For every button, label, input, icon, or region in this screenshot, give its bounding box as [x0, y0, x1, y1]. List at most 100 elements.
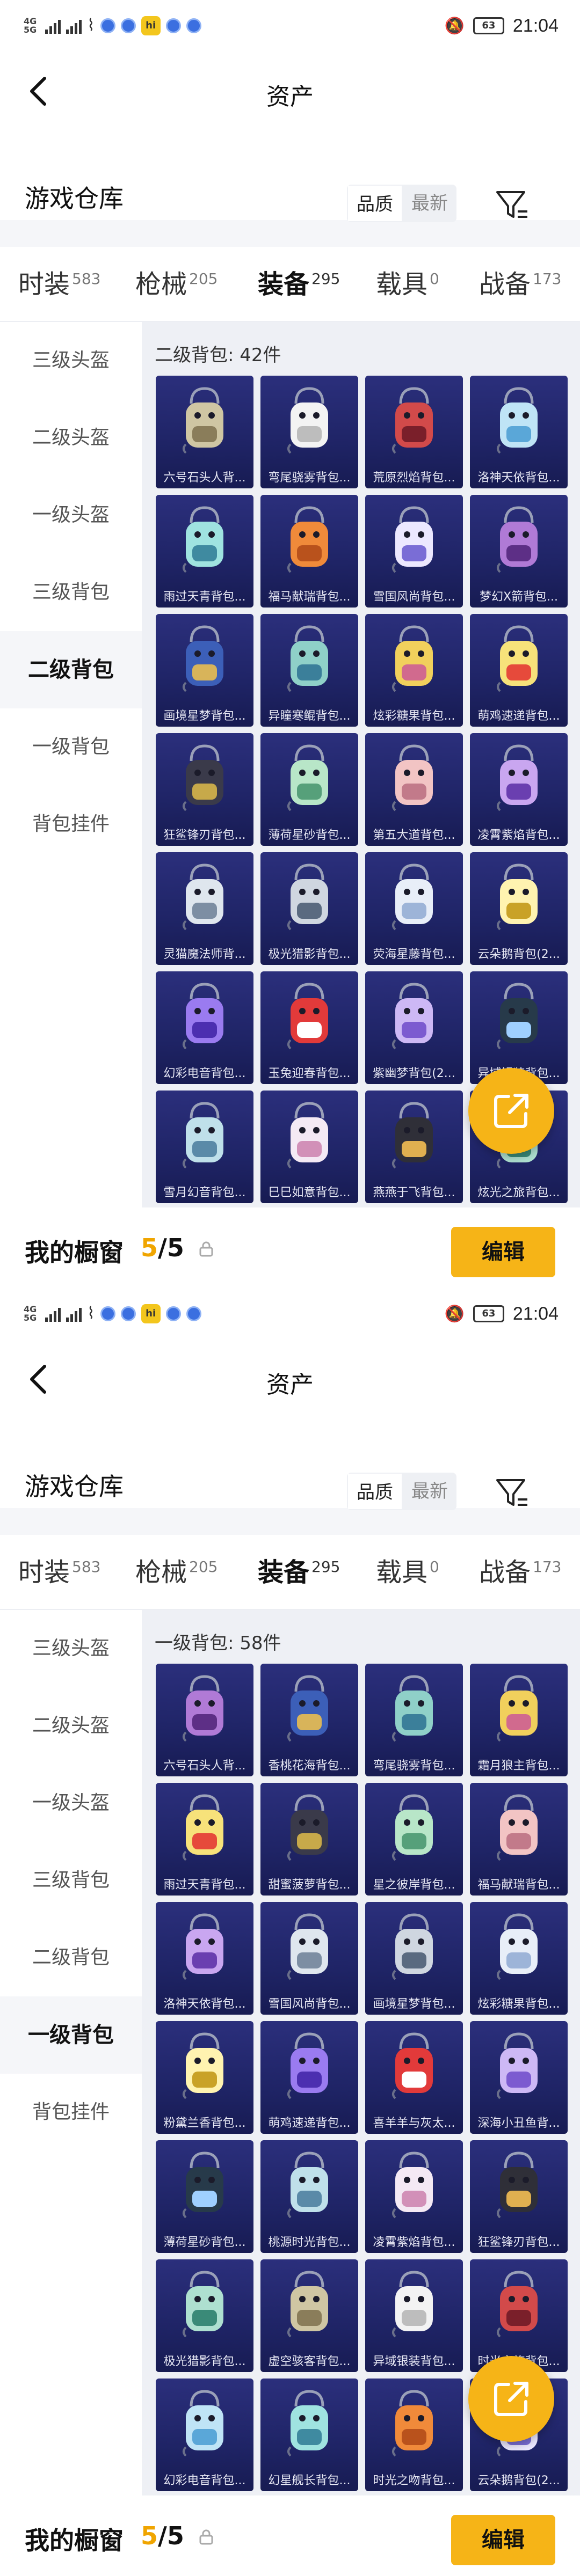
wifi-icon: ⌇	[87, 16, 95, 35]
share-button[interactable]	[468, 2356, 554, 2442]
item-card[interactable]: 凌霄紫焰背包...	[365, 2140, 463, 2253]
side-nav-item[interactable]: 一级头盔	[0, 477, 142, 554]
item-card[interactable]: 雨过天青背包...	[156, 495, 253, 608]
item-card[interactable]: 燕燕于飞背包...	[365, 1091, 463, 1203]
item-card[interactable]: 萌鸡速递背包...	[260, 2021, 358, 2134]
item-card[interactable]: 星之彼岸背包...	[365, 1783, 463, 1896]
item-card[interactable]: 雪国风尚背包...	[365, 495, 463, 608]
item-card[interactable]: 雪国风尚背包...	[260, 1902, 358, 2015]
sort-option-quality[interactable]: 品质	[347, 1473, 403, 1510]
item-card[interactable]: 幻彩电音背包...	[156, 971, 253, 1084]
filter-button[interactable]	[493, 1474, 531, 1511]
backpack-icon	[287, 2271, 328, 2338]
item-card[interactable]: 幻星舰长背包...	[260, 2379, 358, 2491]
item-card[interactable]: 巳巳如意背包...	[260, 1091, 358, 1203]
share-button[interactable]	[468, 1068, 554, 1154]
side-nav-item[interactable]: 三级头盔	[0, 322, 142, 399]
side-nav-item[interactable]: 一级背包	[0, 1996, 142, 2074]
item-card[interactable]: 第五大道背包...	[365, 733, 463, 846]
item-card[interactable]: 香桃花海背包...	[260, 1664, 358, 1776]
side-nav-item[interactable]: 二级背包	[0, 631, 142, 708]
side-nav-item[interactable]: 二级头盔	[0, 1687, 142, 1765]
edit-button[interactable]: 编辑	[451, 2515, 555, 2565]
item-card[interactable]: 狂鲨锋刃背包...	[470, 2140, 568, 2253]
side-nav-item[interactable]: 背包挂件	[0, 2074, 142, 2151]
side-nav-item[interactable]: 背包挂件	[0, 786, 142, 863]
tab-1[interactable]: 枪械 205	[135, 1551, 218, 1594]
item-card[interactable]: 玉兔迎春背包...	[260, 971, 358, 1084]
item-card[interactable]: 炫彩糖果背包...	[365, 614, 463, 727]
item-card[interactable]: 薄荷星砂背包...	[156, 2140, 253, 2253]
sort-option-latest[interactable]: 最新	[403, 1473, 456, 1510]
tab-4[interactable]: 战备 173	[479, 1551, 561, 1594]
tab-2[interactable]: 装备 295	[258, 263, 340, 306]
side-nav-item[interactable]: 二级头盔	[0, 399, 142, 477]
item-card[interactable]: 甜蜜菠萝背包...	[260, 1783, 358, 1896]
backpack-icon	[497, 625, 538, 692]
item-card[interactable]: 桃源时光背包...	[260, 2140, 358, 2253]
lock-icon	[199, 2529, 213, 2545]
item-card[interactable]: 霜月狼主背包...	[470, 1664, 568, 1776]
item-card[interactable]: 洛神天依背包...	[470, 376, 568, 488]
item-card[interactable]: 凌霄紫焰背包...	[470, 733, 568, 846]
item-card[interactable]: 极光猎影背包...	[156, 2259, 253, 2372]
item-card[interactable]: 雪月幻音背包...	[156, 1091, 253, 1203]
item-card[interactable]: 时光之吻背包...	[365, 2379, 463, 2491]
item-card[interactable]: 异域银装背包...	[470, 971, 568, 1084]
item-card[interactable]: 梦幻X箭背包...	[470, 495, 568, 608]
item-card[interactable]: 弯尾骁雾背包...	[260, 376, 358, 488]
tab-label: 枪械	[135, 1557, 187, 1587]
side-nav-item[interactable]: 一级背包	[0, 708, 142, 786]
item-card[interactable]: 粉黛兰香背包...	[156, 2021, 253, 2134]
category-tabs: 时装 583 枪械 205 装备 295 载具 0 战备 173	[0, 1535, 580, 1610]
backpack-icon	[497, 506, 538, 573]
item-card[interactable]: 画境星梦背包...	[156, 614, 253, 727]
filter-button[interactable]	[493, 186, 531, 223]
item-card[interactable]: 荧海星藤背包...	[365, 852, 463, 965]
item-name: 云朵鹅背包(2...	[477, 948, 560, 961]
sort-option-latest[interactable]: 最新	[403, 185, 456, 222]
item-card[interactable]: 时光之旅背包...	[470, 2259, 568, 2372]
tab-0[interactable]: 时装 583	[18, 1551, 100, 1594]
item-card[interactable]: 紫幽梦背包(2...	[365, 971, 463, 1084]
tab-label: 战备	[479, 269, 531, 299]
tab-0[interactable]: 时装 583	[18, 263, 100, 306]
tab-1[interactable]: 枪械 205	[135, 263, 218, 306]
tab-2[interactable]: 装备 295	[258, 1551, 340, 1594]
item-card[interactable]: 炫彩糖果背包...	[470, 1902, 568, 2015]
side-nav-item[interactable]: 三级背包	[0, 554, 142, 631]
side-nav-item[interactable]: 二级背包	[0, 1919, 142, 1996]
item-card[interactable]: 极光猎影背包...	[260, 852, 358, 965]
tab-count-badge: 205	[189, 270, 218, 288]
side-nav-item[interactable]: 三级头盔	[0, 1610, 142, 1687]
item-name: 时光之吻背包...	[373, 2474, 455, 2487]
edit-button[interactable]: 编辑	[451, 1227, 555, 1277]
item-card[interactable]: 画境星梦背包...	[365, 1902, 463, 2015]
tab-3[interactable]: 载具 0	[376, 263, 439, 306]
side-nav-item[interactable]: 一级头盔	[0, 1765, 142, 1842]
item-card[interactable]: 弯尾骁雾背包...	[365, 1664, 463, 1776]
item-card[interactable]: 雨过天青背包...	[156, 1783, 253, 1896]
item-card[interactable]: 虚空骇客背包...	[260, 2259, 358, 2372]
item-card[interactable]: 薄荷星砂背包...	[260, 733, 358, 846]
item-card[interactable]: 萌鸡速递背包...	[470, 614, 568, 727]
backpack-icon	[497, 1913, 538, 1980]
item-card[interactable]: 喜羊羊与灰太...	[365, 2021, 463, 2134]
item-card[interactable]: 六号石头人背...	[156, 376, 253, 488]
item-card[interactable]: 洛神天依背包...	[156, 1902, 253, 2015]
tab-3[interactable]: 载具 0	[376, 1551, 439, 1594]
item-card[interactable]: 福马献瑞背包...	[470, 1783, 568, 1896]
item-card[interactable]: 六号石头人背...	[156, 1664, 253, 1776]
tab-4[interactable]: 战备 173	[479, 263, 561, 306]
item-card[interactable]: 云朵鹅背包(2...	[470, 852, 568, 965]
item-card[interactable]: 荒原烈焰背包...	[365, 376, 463, 488]
item-card[interactable]: 异域银装背包...	[365, 2259, 463, 2372]
item-card[interactable]: 深海小丑鱼背...	[470, 2021, 568, 2134]
side-nav-item[interactable]: 三级背包	[0, 1842, 142, 1919]
item-card[interactable]: 幻彩电音背包...	[156, 2379, 253, 2491]
item-card[interactable]: 狂鲨锋刃背包...	[156, 733, 253, 846]
item-card[interactable]: 福马献瑞背包...	[260, 495, 358, 608]
item-card[interactable]: 灵猫魔法师背...	[156, 852, 253, 965]
item-card[interactable]: 异瞳寒鲲背包...	[260, 614, 358, 727]
sort-option-quality[interactable]: 品质	[347, 185, 403, 222]
